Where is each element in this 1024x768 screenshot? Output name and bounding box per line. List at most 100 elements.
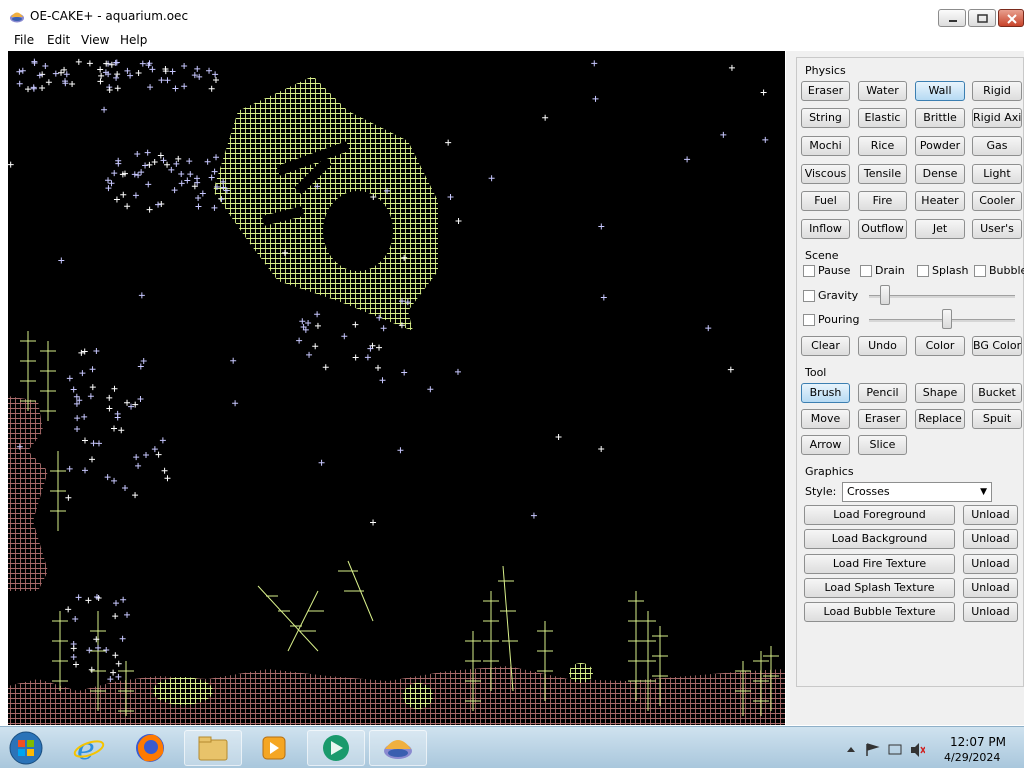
- physics-heater-button[interactable]: Heater: [915, 191, 965, 211]
- load-background-button[interactable]: Load Background: [804, 529, 955, 549]
- particle: [97, 66, 104, 73]
- physics-string-button[interactable]: String: [801, 108, 850, 128]
- particle: [88, 666, 95, 673]
- menu-bar: File Edit View Help: [0, 31, 1024, 51]
- particle: [74, 425, 81, 432]
- physics-rigid-axis-button[interactable]: Rigid Axis: [972, 108, 1022, 128]
- menu-file[interactable]: File: [14, 33, 34, 47]
- pause-checkbox[interactable]: [803, 265, 815, 277]
- unload-bubble-texture-button[interactable]: Unload: [963, 602, 1018, 622]
- physics-elastic-button[interactable]: Elastic: [858, 108, 907, 128]
- particle: [157, 152, 164, 159]
- bg-color-button[interactable]: BG Color: [972, 336, 1022, 356]
- particle: [208, 174, 215, 181]
- particle: [140, 358, 147, 365]
- rock-center: [403, 683, 433, 709]
- physics-fuel-button[interactable]: Fuel: [801, 191, 850, 211]
- physics-brittle-button[interactable]: Brittle: [915, 108, 965, 128]
- particle: [78, 349, 85, 356]
- unload-fire-texture-button[interactable]: Unload: [963, 554, 1018, 574]
- particle: [208, 85, 215, 92]
- physics-outflow-button[interactable]: Outflow: [858, 219, 907, 239]
- tool-eraser-button[interactable]: Eraser: [858, 409, 907, 429]
- tool-replace-button[interactable]: Replace: [915, 409, 965, 429]
- menu-help[interactable]: Help: [120, 33, 147, 47]
- system-tray-icons[interactable]: [845, 742, 925, 758]
- drain-checkbox[interactable]: [860, 265, 872, 277]
- physics-water-button[interactable]: Water: [858, 81, 907, 101]
- menu-view[interactable]: View: [81, 33, 109, 47]
- load-foreground-button[interactable]: Load Foreground: [804, 505, 955, 525]
- taskbar-media-center[interactable]: [307, 730, 365, 766]
- taskbar-media-player[interactable]: [245, 730, 303, 766]
- load-splash-texture-button[interactable]: Load Splash Texture: [804, 578, 955, 598]
- gravity-checkbox[interactable]: [803, 290, 815, 302]
- start-button[interactable]: [8, 730, 44, 766]
- clear-button[interactable]: Clear: [801, 336, 850, 356]
- maximize-button[interactable]: [968, 9, 996, 27]
- particle: [111, 425, 118, 432]
- taskbar-file-explorer[interactable]: [184, 730, 242, 766]
- load-bubble-texture-button[interactable]: Load Bubble Texture: [804, 602, 955, 622]
- pouring-slider-thumb[interactable]: [942, 309, 953, 329]
- gravity-slider-thumb[interactable]: [879, 285, 890, 305]
- physics-tensile-button[interactable]: Tensile: [858, 164, 907, 184]
- physics-mochi-button[interactable]: Mochi: [801, 136, 850, 156]
- particle: [455, 218, 462, 225]
- tool-brush-button[interactable]: Brush: [801, 383, 850, 403]
- close-button[interactable]: [998, 9, 1024, 27]
- particle: [146, 206, 153, 213]
- tool-arrow-button[interactable]: Arrow: [801, 435, 850, 455]
- physics-wall-button[interactable]: Wall: [915, 81, 965, 101]
- physics-dense-button[interactable]: Dense: [915, 164, 965, 184]
- load-fire-texture-button[interactable]: Load Fire Texture: [804, 554, 955, 574]
- physics-viscous-button[interactable]: Viscous: [801, 164, 850, 184]
- physics-rigid-button[interactable]: Rigid: [972, 81, 1022, 101]
- tool-spuit-button[interactable]: Spuit: [972, 409, 1022, 429]
- menu-edit[interactable]: Edit: [47, 33, 70, 47]
- pouring-checkbox[interactable]: [803, 314, 815, 326]
- splash-checkbox[interactable]: [917, 265, 929, 277]
- taskbar-oe-cake[interactable]: [369, 730, 427, 766]
- tool-bucket-button[interactable]: Bucket: [972, 383, 1022, 403]
- gravity-slider-track[interactable]: [869, 295, 1015, 298]
- particle: [352, 354, 359, 361]
- tool-slice-button[interactable]: Slice: [858, 435, 907, 455]
- physics-fire-button[interactable]: Fire: [858, 191, 907, 211]
- unload-foreground-button[interactable]: Unload: [963, 505, 1018, 525]
- window-title: OE-CAKE+ - aquarium.oec: [30, 9, 189, 23]
- clock-time[interactable]: 12:07 PM: [950, 735, 1006, 749]
- clock-date[interactable]: 4/29/2024: [944, 751, 1000, 764]
- physics-gas-button[interactable]: Gas: [972, 136, 1022, 156]
- bubble-checkbox[interactable]: [974, 265, 986, 277]
- undo-button[interactable]: Undo: [858, 336, 907, 356]
- particle: [103, 646, 110, 653]
- minimize-button[interactable]: [938, 9, 966, 27]
- unload-background-button[interactable]: Unload: [963, 529, 1018, 549]
- physics-cooler-button[interactable]: Cooler: [972, 191, 1022, 211]
- particle: [137, 395, 144, 402]
- physics-jet-button[interactable]: Jet: [915, 219, 965, 239]
- tool-shape-button[interactable]: Shape: [915, 383, 965, 403]
- particle: [341, 333, 348, 340]
- tool-pencil-button[interactable]: Pencil: [858, 383, 907, 403]
- firefox-icon[interactable]: [133, 731, 167, 765]
- unload-splash-texture-button[interactable]: Unload: [963, 578, 1018, 598]
- particle: [113, 196, 120, 203]
- simulation-canvas[interactable]: [8, 51, 785, 725]
- particle: [445, 139, 452, 146]
- physics-eraser-button[interactable]: Eraser: [801, 81, 850, 101]
- physics-light-button[interactable]: Light: [972, 164, 1022, 184]
- particle: [115, 660, 122, 667]
- particle: [70, 653, 77, 660]
- physics-users-button[interactable]: User's: [972, 219, 1022, 239]
- particle: [112, 652, 119, 659]
- bubble-label: Bubble: [989, 264, 1024, 277]
- tool-move-button[interactable]: Move: [801, 409, 850, 429]
- color-button[interactable]: Color: [915, 336, 965, 356]
- physics-inflow-button[interactable]: Inflow: [801, 219, 850, 239]
- physics-rice-button[interactable]: Rice: [858, 136, 907, 156]
- physics-powder-button[interactable]: Powder: [915, 136, 965, 156]
- internet-explorer-icon[interactable]: e: [72, 731, 106, 765]
- style-dropdown[interactable]: Crosses ▼: [842, 482, 992, 502]
